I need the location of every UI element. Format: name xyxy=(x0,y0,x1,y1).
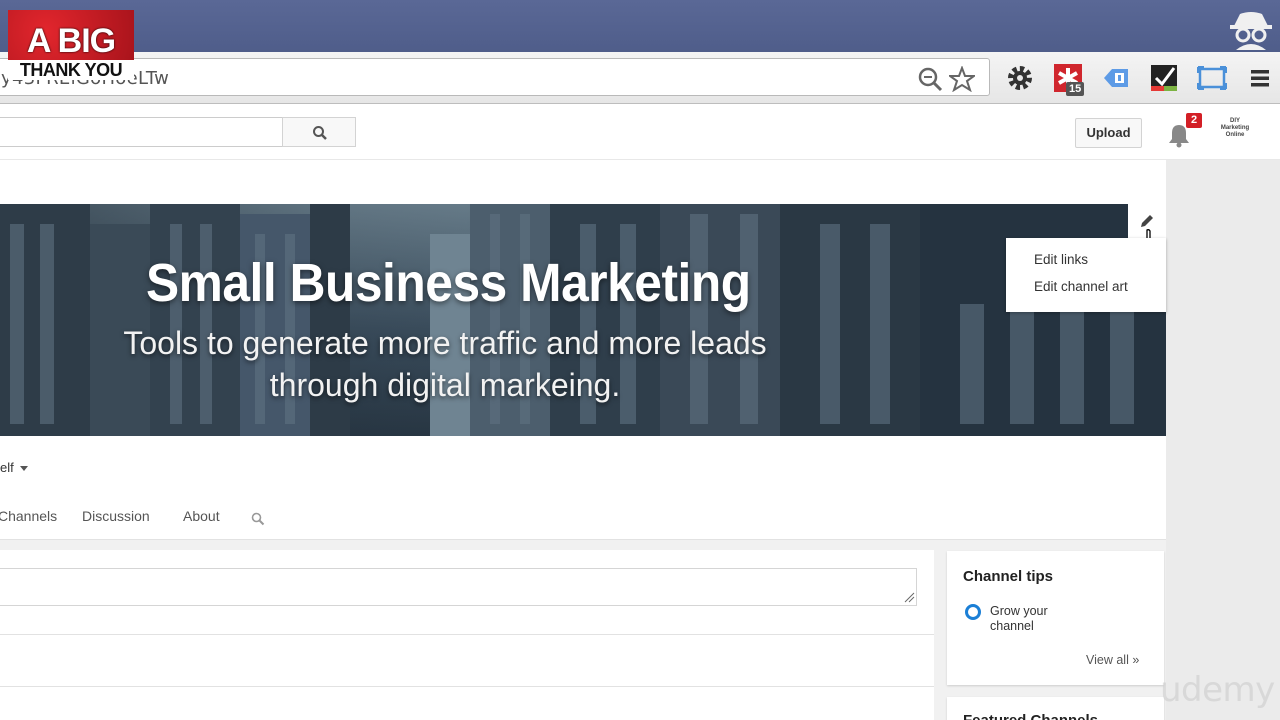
menu-item-edit-channel-art[interactable]: Edit channel art xyxy=(1034,279,1128,294)
udemy-watermark: udemy xyxy=(1160,670,1275,710)
upload-button[interactable]: Upload xyxy=(1075,118,1142,148)
feed-divider xyxy=(0,686,934,687)
channel-search-icon[interactable] xyxy=(251,512,265,526)
browser-titlebar xyxy=(0,0,1280,52)
gear-icon[interactable] xyxy=(1004,62,1036,94)
right-gutter xyxy=(1166,160,1280,720)
menu-item-edit-links[interactable]: Edit links xyxy=(1034,252,1088,267)
todo-extension-icon[interactable] xyxy=(1148,62,1180,94)
notification-count-badge: 2 xyxy=(1186,113,1202,128)
search-input[interactable] xyxy=(0,117,283,147)
overlay-line-1: A BIG xyxy=(26,22,116,60)
search-icon xyxy=(313,126,327,140)
banner-edit-menu: Edit links Edit channel art xyxy=(1006,238,1166,312)
tab-channels[interactable]: Channels xyxy=(0,508,57,524)
channel-banner: Small Business Marketing Tools to genera… xyxy=(0,204,1166,436)
banner-subtitle: Tools to generate more traffic and more … xyxy=(123,325,767,403)
search-button[interactable] xyxy=(282,117,356,147)
tip-status-circle-icon xyxy=(965,604,981,620)
bookmark-star-icon[interactable] xyxy=(949,66,975,92)
zoom-icon[interactable] xyxy=(917,66,943,92)
banner-title: Small Business Marketing xyxy=(146,253,751,313)
view-all-tips-link[interactable]: View all » xyxy=(1086,653,1139,667)
avatar[interactable]: DIY Marketing Online xyxy=(1216,118,1254,148)
screenshot-extension-icon[interactable] xyxy=(1196,62,1228,94)
channel-owner-dropdown[interactable]: elf xyxy=(0,460,28,475)
comment-textarea[interactable] xyxy=(0,568,917,606)
address-bar[interactable]: y43FRElGoHoeLTw xyxy=(0,58,990,96)
overlay-line-2: THANK YOU xyxy=(8,60,134,80)
browser-toolbar: y43FRElGoHoeLTw xyxy=(0,52,1280,104)
youtube-masthead: Upload xyxy=(0,104,1280,160)
thank-you-overlay: A BIG THANK YOU xyxy=(8,10,134,80)
feed-divider xyxy=(0,634,934,635)
tab-about[interactable]: About xyxy=(183,508,220,524)
extension-badge: 15 xyxy=(1066,82,1085,96)
tab-discussion[interactable]: Discussion xyxy=(82,508,150,524)
chevron-down-icon xyxy=(19,466,28,472)
resize-grip-icon[interactable] xyxy=(903,591,915,603)
tip-grow-channel-link[interactable]: Grow your channel xyxy=(990,604,1080,634)
channel-owner-label: elf xyxy=(0,460,14,475)
tag-extension-icon[interactable] xyxy=(1100,62,1132,94)
channel-tips-title: Channel tips xyxy=(963,568,1054,585)
featured-channels-title: Featured Channels xyxy=(963,712,1098,720)
pencil-icon xyxy=(1141,215,1153,227)
browser-menu-icon[interactable] xyxy=(1244,62,1276,94)
incognito-icon xyxy=(1230,12,1272,50)
